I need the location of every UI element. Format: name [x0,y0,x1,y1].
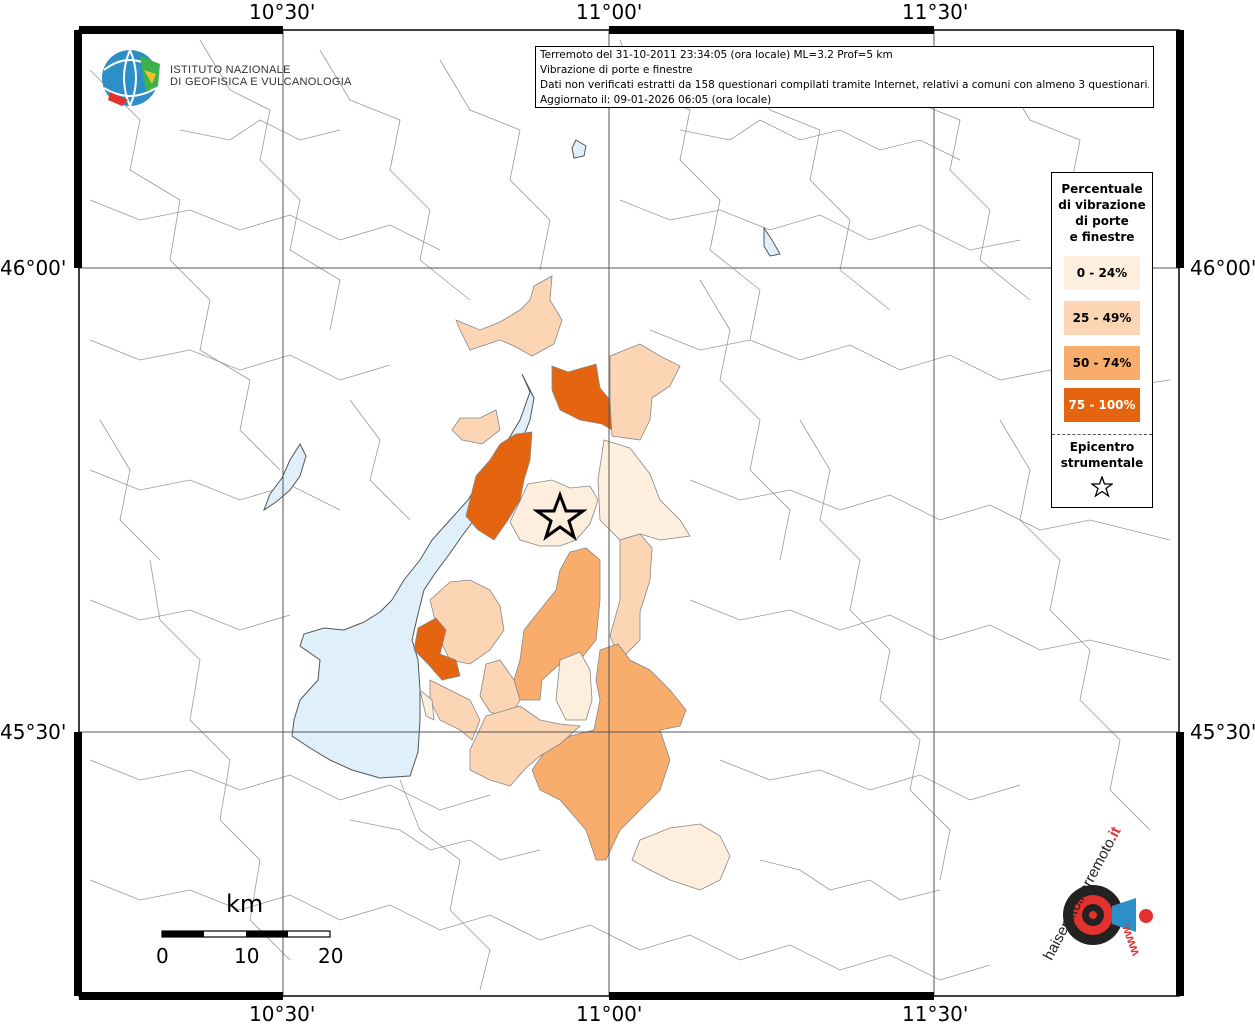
area-0-24 [509,479,599,547]
lat-label-right-2: 45°30' [1190,720,1255,744]
legend-divider [1052,434,1152,435]
lon-label-top-2: 11°00' [576,0,643,24]
info-line-3: Dati non verificati estratti da 158 ques… [540,79,1149,91]
lake-idro [262,442,307,512]
lon-label-bottom-1: 10°30' [249,1002,316,1026]
ingv-logo-text: ISTITUTO NAZIONALE DI GEOFISICA E VULCAN… [170,64,352,88]
legend-epicenter-label: Epicentro strumentale [1052,439,1152,471]
legend: Percentuale di vibrazione di porte e fin… [1051,172,1153,508]
legend-class-0-24: 0 - 24% [1064,256,1140,290]
legend-class-75-100: 75 - 100% [1064,388,1140,422]
lat-label-left-2: 45°30' [0,720,67,744]
area-25-49 [455,275,563,357]
legend-class-50-74: 50 - 74% [1064,346,1140,380]
star-icon [1091,476,1113,498]
area-0-24-east [597,439,691,541]
area-0-24 [555,651,593,721]
felt-areas [413,275,731,891]
lake-small [571,139,587,159]
info-line-1: Terremoto del 31-10-2011 23:34:05 (ora l… [540,49,893,61]
legend-title-line: Percentuale [1061,182,1143,196]
scale-bar [161,930,331,938]
ingv-logo-line2: DI GEOFISICA E VULCANOLOGIA [170,76,352,88]
legend-title: Percentuale di vibrazione di porte e fin… [1052,181,1152,245]
area-0-24 [631,823,731,891]
legend-title-line: di porte [1075,214,1129,228]
scale-tick-20: 20 [318,944,344,968]
lake-caldonazzo [763,226,781,257]
scale-tick-0: 0 [156,944,169,968]
lat-label-left-1: 46°00' [0,256,67,280]
ingv-logo-line1: ISTITUTO NAZIONALE [170,64,291,76]
area-25-49 [609,533,653,661]
lon-label-top-3: 11°30' [902,0,969,24]
ingv-globe-icon [102,49,160,107]
area-75-100 [551,363,613,431]
lon-label-bottom-3: 11°30' [902,1002,969,1026]
area-25-49 [609,343,681,441]
scale-tick-10: 10 [234,944,260,968]
area-25-49 [451,409,501,445]
legend-epicenter-line: Epicentro [1069,440,1135,454]
map [74,26,1184,1000]
area-25-49 [429,579,505,665]
legend-epicenter-line: strumentale [1060,456,1144,470]
lon-label-bottom-2: 11°00' [576,1002,643,1026]
lon-label-top-1: 10°30' [249,0,316,24]
scale-unit: km [226,890,264,918]
info-line-2: Vibrazione di porte e finestre [540,64,693,76]
lat-label-right-1: 46°00' [1190,256,1255,280]
legend-class-25-49: 25 - 49% [1064,301,1140,335]
area-25-49 [429,679,481,741]
legend-title-line: e finestre [1069,230,1135,244]
info-line-4: Aggiornato il: 09-01-2026 06:05 (ora loc… [540,94,772,106]
legend-title-line: di vibrazione [1058,198,1146,212]
event-info-box: Terremoto del 31-10-2011 23:34:05 (ora l… [535,46,1154,108]
